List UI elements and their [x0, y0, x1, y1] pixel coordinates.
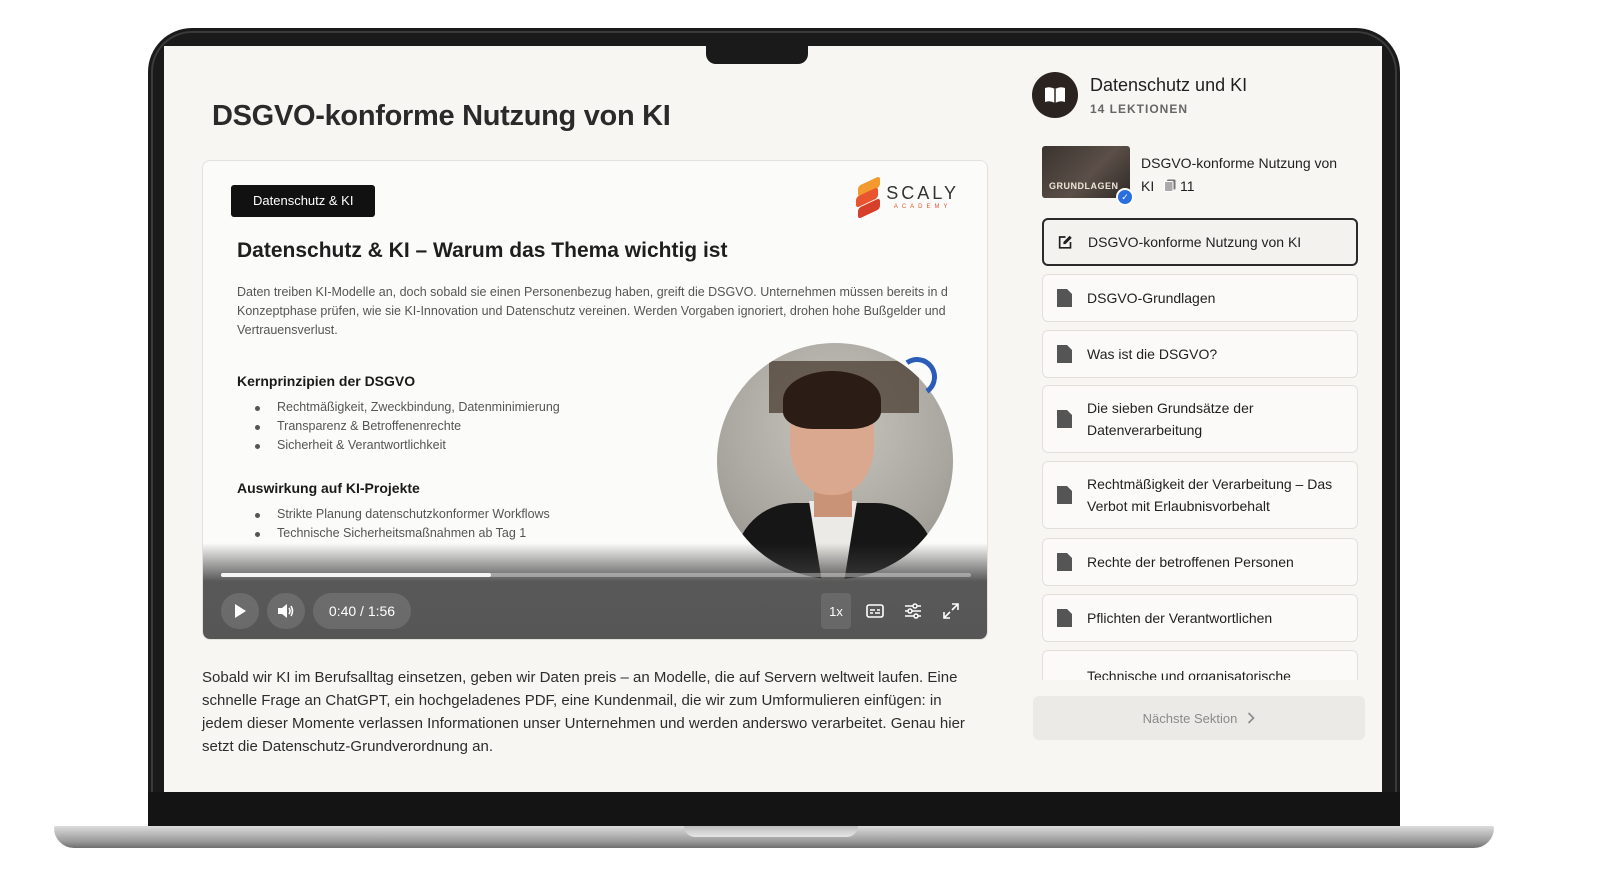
video-time: 0:40 / 1:56: [313, 593, 411, 629]
play-icon: [235, 604, 246, 618]
course-lesson-count: 14 LEKTIONEN: [1090, 101, 1189, 116]
lesson-label: Pflichten der Verantwortlichen: [1087, 610, 1273, 626]
course-header: Datenschutz und KI 14 LEKTIONEN: [1032, 72, 1247, 118]
settings-sliders-icon: [905, 603, 921, 619]
module-title: DSGVO-konforme Nutzung von KI 11: [1141, 155, 1338, 194]
slide-tag: Datenschutz & KI: [231, 185, 376, 217]
lesson-item[interactable]: Technische und organisatorische: [1042, 650, 1358, 680]
list-item: Technische Sicherheitsmaßnahmen ab Tag 1: [255, 524, 550, 543]
list-item: Transparenz & Betroffenenrechte: [255, 417, 560, 436]
module-card[interactable]: GRUNDLAGEN ✓ DSGVO-konforme Nutzung von …: [1042, 146, 1362, 206]
list-item: Sicherheit & Verantwortlichkeit: [255, 436, 560, 455]
document-icon: [1057, 609, 1072, 627]
slide-bullet-list: Strikte Planung datenschutzkonformer Wor…: [255, 505, 550, 543]
slide-intro: Daten treiben KI-Modelle an, doch sobald…: [237, 285, 948, 337]
copy-icon: [1164, 179, 1176, 192]
document-icon: [1057, 410, 1072, 428]
video-progress-bar[interactable]: [221, 573, 971, 577]
logo-sub: ACADEMY: [893, 203, 952, 210]
fullscreen-button[interactable]: [935, 593, 967, 629]
next-section-label: Nächste Sektion: [1142, 710, 1238, 726]
scaly-logo-icon: [856, 175, 881, 220]
video-controls: 0:40 / 1:56 1x: [203, 543, 987, 639]
camera-notch: [706, 46, 808, 64]
lesson-label: Rechtmäßigkeit der Verarbeitung – Das Ve…: [1087, 476, 1333, 514]
captions-icon: [866, 604, 884, 618]
fullscreen-icon: [943, 603, 959, 619]
check-icon: ✓: [1116, 188, 1134, 206]
laptop-groove: [684, 826, 858, 837]
lesson-list: DSGVO-konforme Nutzung von KI DSGVO-Grun…: [1042, 218, 1358, 680]
lesson-label: DSGVO-Grundlagen: [1087, 290, 1216, 306]
lesson-item-active[interactable]: DSGVO-konforme Nutzung von KI: [1042, 218, 1358, 266]
next-section-button[interactable]: Nächste Sektion: [1033, 696, 1365, 740]
lesson-item[interactable]: Pflichten der Verantwortlichen: [1042, 594, 1358, 642]
scaly-logo: SCALY ACADEMY: [856, 175, 959, 220]
lesson-label: Rechte der betroffenen Personen: [1087, 554, 1294, 570]
volume-icon: [278, 604, 294, 618]
module-thumbnail: GRUNDLAGEN: [1042, 146, 1130, 198]
slide-bullet-list: Rechtmäßigkeit, Zweckbindung, Datenminim…: [255, 398, 560, 455]
list-item: Strikte Planung datenschutzkonformer Wor…: [255, 505, 550, 524]
book-icon: [1032, 72, 1078, 118]
chevron-right-icon: [1248, 712, 1255, 724]
screen: DSGVO-konforme Nutzung von KI Datenschut…: [164, 46, 1382, 792]
page-title: DSGVO-konforme Nutzung von KI: [212, 100, 671, 132]
volume-button[interactable]: [267, 593, 305, 629]
logo-name: SCALY: [886, 182, 959, 203]
slide-section-title: Kernprinzipien der DSGVO: [237, 373, 416, 389]
video-progress-fill: [221, 573, 491, 577]
laptop-chin: [148, 792, 1400, 828]
lesson-item[interactable]: Rechte der betroffenen Personen: [1042, 538, 1358, 586]
lesson-label: Was ist die DSGVO?: [1087, 346, 1218, 362]
lesson-item[interactable]: Rechtmäßigkeit der Verarbeitung – Das Ve…: [1042, 461, 1358, 529]
playback-speed-button[interactable]: 1x: [821, 593, 851, 629]
document-icon: [1057, 345, 1072, 363]
module-thumbnail-label: GRUNDLAGEN: [1049, 181, 1119, 191]
lesson-body-text: Sobald wir KI im Berufsalltag einsetzen,…: [202, 669, 965, 755]
lesson-label: DSGVO-konforme Nutzung von KI: [1088, 234, 1302, 250]
list-item: Rechtmäßigkeit, Zweckbindung, Datenminim…: [255, 398, 560, 417]
document-icon: [1057, 289, 1072, 307]
lesson-label: Technische und organisatorische: [1087, 668, 1291, 680]
lesson-item[interactable]: Die sieben Grundsätze der Datenverarbeit…: [1042, 385, 1358, 453]
captions-button[interactable]: [859, 593, 891, 629]
edit-icon: [1058, 235, 1072, 249]
course-title: Datenschutz und KI: [1090, 74, 1248, 95]
document-icon: [1057, 553, 1072, 571]
slide-heading: Datenschutz & KI – Warum das Thema wicht…: [237, 239, 728, 262]
settings-button[interactable]: [897, 593, 929, 629]
lesson-item[interactable]: Was ist die DSGVO?: [1042, 330, 1358, 378]
lesson-label: Die sieben Grundsätze der Datenverarbeit…: [1087, 400, 1254, 438]
play-button[interactable]: [221, 593, 259, 629]
slide-section-title: Auswirkung auf KI-Projekte: [237, 480, 420, 496]
lesson-item[interactable]: DSGVO-Grundlagen: [1042, 274, 1358, 322]
document-icon: [1057, 486, 1072, 504]
module-lesson-count: 11: [1180, 178, 1195, 194]
video-player[interactable]: Datenschutz & KI SCALY ACADEMY Datenschu…: [202, 160, 988, 640]
